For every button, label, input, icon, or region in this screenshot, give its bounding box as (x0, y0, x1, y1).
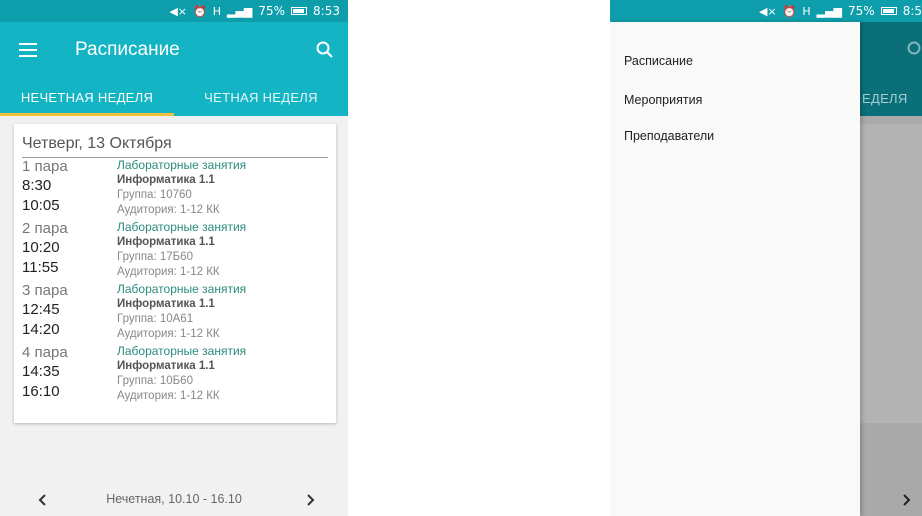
lesson-subject: Информатика 1.1 (117, 174, 215, 186)
schedule-screen: ◀× ⏰ H ▂▄▆ 75% 8:53 Расписание НЕЧЕТНАЯ … (0, 0, 348, 516)
chevron-right-icon (903, 494, 911, 506)
start-time: 10:20 (22, 239, 60, 256)
chevron-right-icon[interactable] (300, 490, 320, 510)
week-tabs: НЕЧЕТНАЯ НЕДЕЛЯ ЧЕТНАЯ НЕДЕЛЯ (0, 78, 348, 116)
network-type: H (802, 4, 811, 18)
lesson-type: Лабораторные занятия (117, 158, 247, 172)
signal-icon: ▂▄▆ (816, 4, 843, 18)
page-title: Расписание (75, 39, 180, 60)
lesson-group: Группа: 10760 (117, 189, 192, 201)
lesson-type: Лабораторные занятия (117, 344, 247, 358)
lesson-item[interactable]: 3 пара 12:45 14:20 Лабораторные занятия … (14, 282, 336, 344)
pair-number: 1 пара (22, 158, 68, 175)
lesson-item[interactable]: 4 пара 14:35 16:10 Лабораторные занятия … (14, 344, 336, 406)
lesson-group: Группа: 10А61 (117, 313, 194, 325)
lesson-subject: Информатика 1.1 (117, 236, 215, 248)
end-time: 16:10 (22, 383, 60, 400)
tab-fragment: ЕДЕЛЯ (862, 91, 908, 106)
clock: 8:53 (313, 4, 340, 18)
lesson-item[interactable]: 2 пара 10:20 11:55 Лабораторные занятия … (14, 220, 336, 282)
lesson-type: Лабораторные занятия (117, 220, 247, 234)
battery-percent: 75% (848, 4, 875, 18)
alarm-icon: ⏰ (193, 4, 207, 18)
tab-even-week[interactable]: ЧЕТНАЯ НЕДЕЛЯ (174, 78, 348, 116)
app-bar: Расписание (0, 22, 348, 78)
status-bar: ◀× ⏰ H ▂▄▆ 75% 8:5 (610, 0, 922, 22)
mute-icon: ◀× (758, 4, 777, 18)
status-bar: ◀× ⏰ H ▂▄▆ 75% 8:53 (0, 0, 348, 22)
chevron-left-icon[interactable] (33, 490, 53, 510)
end-time: 10:05 (22, 197, 60, 214)
lesson-item[interactable]: 1 пара 8:30 10:05 Лабораторные занятия И… (14, 158, 336, 220)
tab-odd-week[interactable]: НЕЧЕТНАЯ НЕДЕЛЯ (0, 78, 174, 116)
drawer-screen: ЕДЕЛЯ ◀× ⏰ H ▂▄▆ 75% 8:5 Расписание Меро… (610, 0, 922, 516)
alarm-icon: ⏰ (782, 4, 797, 18)
lesson-type: Лабораторные занятия (117, 282, 247, 296)
battery-percent: 75% (258, 4, 286, 18)
start-time: 12:45 (22, 301, 60, 318)
drawer-item-events[interactable]: Мероприятия (624, 89, 844, 111)
search-icon[interactable] (315, 40, 335, 60)
mute-icon: ◀× (169, 4, 187, 18)
week-navigation: Нечетная, 10.10 - 16.10 (0, 482, 348, 516)
lesson-room: Аудитория: 1-12 КК (117, 204, 220, 216)
battery-icon (880, 7, 897, 15)
day-title: Четверг, 13 Октября (22, 135, 328, 158)
lesson-group: Группа: 10Б60 (117, 375, 193, 387)
clock: 8:5 (902, 4, 922, 18)
drawer-item-schedule[interactable]: Расписание (624, 50, 844, 72)
lesson-subject: Информатика 1.1 (117, 360, 215, 372)
end-time: 14:20 (22, 321, 60, 338)
end-time: 11:55 (22, 259, 59, 276)
hamburger-icon[interactable] (19, 43, 37, 57)
lesson-group: Группа: 17Б60 (117, 251, 193, 263)
search-icon (907, 41, 921, 55)
start-time: 14:35 (22, 363, 60, 380)
pair-number: 3 пара (22, 282, 68, 299)
navigation-drawer: Расписание Мероприятия Преподаватели (610, 22, 860, 516)
start-time: 8:30 (22, 177, 52, 194)
day-card: Четверг, 13 Октября 1 пара 8:30 10:05 Ла… (14, 124, 336, 423)
lesson-room: Аудитория: 1-12 КК (117, 328, 220, 340)
pair-number: 2 пара (22, 220, 68, 237)
lesson-room: Аудитория: 1-12 КК (117, 266, 220, 278)
battery-icon (291, 7, 308, 15)
signal-icon: ▂▄▆ (226, 4, 253, 18)
drawer-item-teachers[interactable]: Преподаватели (624, 125, 844, 147)
pair-number: 4 пара (22, 344, 68, 361)
network-type: H (212, 4, 221, 18)
schedule-content: Четверг, 13 Октября 1 пара 8:30 10:05 Ла… (0, 116, 348, 516)
lesson-room: Аудитория: 1-12 КК (117, 390, 220, 402)
lesson-subject: Информатика 1.1 (117, 298, 215, 310)
